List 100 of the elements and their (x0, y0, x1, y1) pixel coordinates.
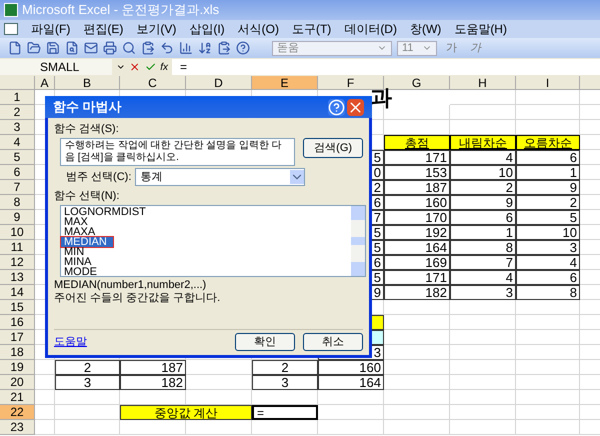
row-header[interactable]: 3 (0, 120, 35, 135)
table-cell: 8 (450, 240, 516, 255)
empty-cell (516, 90, 580, 105)
row-header[interactable]: 2 (0, 105, 35, 120)
empty-cell (318, 390, 384, 405)
empty-cell (516, 315, 580, 330)
cancel-icon[interactable] (129, 61, 141, 73)
table-cell: 3 (55, 375, 120, 390)
table-cell: 중앙값 계산 (120, 405, 252, 420)
name-box[interactable]: SMALL (0, 59, 112, 75)
row-header[interactable]: 21 (0, 390, 35, 405)
chart-icon[interactable] (179, 41, 193, 55)
row-header[interactable]: 5 (0, 150, 35, 165)
empty-cell (450, 300, 516, 315)
menu-item[interactable]: 삽입(I) (189, 20, 225, 38)
window-title: Microsoft Excel - 운전평가결과.xls (22, 1, 220, 20)
search-icon[interactable] (122, 41, 136, 55)
row-header[interactable]: 13 (0, 270, 35, 285)
open-folder-icon[interactable] (27, 41, 41, 55)
search-button[interactable]: 검색(G) (303, 138, 363, 158)
row-header[interactable]: 8 (0, 195, 35, 210)
row-header[interactable]: 18 (0, 345, 35, 360)
column-header[interactable]: H (450, 76, 516, 90)
menu-item[interactable]: 서식(O) (238, 20, 279, 38)
column-header[interactable]: C (120, 76, 186, 90)
empty-cell (516, 300, 580, 315)
menu-item[interactable]: 창(W) (410, 20, 442, 38)
column-header[interactable]: I (516, 76, 580, 90)
formula-field[interactable]: = (172, 59, 600, 75)
cancel-button[interactable]: 취소 (303, 333, 363, 351)
table-cell: 187 (384, 180, 450, 195)
row-header[interactable]: 7 (0, 180, 35, 195)
row-header[interactable]: 9 (0, 210, 35, 225)
sort-icon[interactable] (198, 41, 212, 55)
menu-item[interactable]: 도구(T) (292, 20, 332, 38)
row-header[interactable]: 6 (0, 165, 35, 180)
help-icon[interactable] (236, 41, 250, 55)
table-cell: 170 (384, 210, 450, 225)
empty-cell (516, 405, 580, 420)
row-header[interactable]: 1 (0, 90, 35, 105)
search-field[interactable]: 수행하려는 작업에 대한 간단한 설명을 입력한 다음 [검색]을 클릭하십시오. (60, 138, 296, 166)
empty-cell (516, 105, 580, 120)
function-description: 주어진 수들의 중간값을 구합니다. (54, 292, 220, 305)
paste-icon[interactable] (141, 41, 155, 55)
table-cell: 3 (450, 285, 516, 300)
mail-icon[interactable] (84, 41, 98, 55)
row-header[interactable]: 22 (0, 405, 35, 420)
save-icon[interactable] (46, 41, 60, 55)
table-cell: 6 (516, 150, 580, 165)
row-header[interactable]: 12 (0, 255, 35, 270)
column-header[interactable]: F (318, 76, 384, 90)
empty-cell (384, 345, 450, 360)
table-cell: 160 (318, 360, 384, 375)
menu-item[interactable]: 편집(E) (83, 20, 124, 38)
empty-cell (55, 390, 120, 405)
table-cell: 182 (384, 285, 450, 300)
function-item[interactable]: MEDIAN (61, 237, 113, 247)
printer-icon[interactable] (103, 41, 117, 55)
menu-item[interactable]: 데이터(D) (344, 20, 397, 38)
new-file-icon[interactable] (8, 41, 22, 55)
table-cell: 1 (516, 165, 580, 180)
table-cell: 4 (516, 255, 580, 270)
empty-cell (516, 420, 580, 435)
row-header[interactable]: 17 (0, 330, 35, 345)
empty-cell (252, 390, 318, 405)
row-header[interactable]: 11 (0, 240, 35, 255)
row-header[interactable]: 15 (0, 300, 35, 315)
help-link[interactable]: 도움말 (54, 336, 87, 348)
column-header[interactable]: E (252, 76, 318, 90)
table-cell: 160 (384, 195, 450, 210)
menu-item[interactable]: 도움말(H) (454, 20, 507, 38)
menu-item[interactable]: 보기(V) (136, 20, 176, 38)
column-header[interactable]: B (55, 76, 120, 90)
empty-cell (450, 375, 516, 390)
clipboard-icon[interactable] (217, 41, 231, 55)
undo-icon[interactable] (160, 41, 174, 55)
close-icon[interactable] (347, 98, 364, 116)
check-icon[interactable] (144, 61, 156, 73)
function-button[interactable]: fx (160, 60, 168, 74)
row-header[interactable]: 16 (0, 315, 35, 330)
print-preview-icon[interactable] (65, 41, 79, 55)
row-header[interactable]: 19 (0, 360, 35, 375)
column-header[interactable]: A (35, 76, 55, 90)
table-cell: 오름차순 (516, 135, 580, 150)
row-header[interactable]: 10 (0, 225, 35, 240)
empty-cell (450, 315, 516, 330)
table-cell: 9 (450, 195, 516, 210)
row-header[interactable]: 20 (0, 375, 35, 390)
table-cell: 3 (516, 240, 580, 255)
table-cell: 4 (450, 150, 516, 165)
empty-cell (384, 420, 450, 435)
ok-button[interactable]: 확인 (235, 333, 295, 351)
category-select[interactable]: 통계 (135, 168, 306, 186)
document-icon[interactable] (4, 23, 18, 35)
empty-cell (384, 390, 450, 405)
row-header[interactable]: 23 (0, 420, 35, 435)
row-header[interactable]: 14 (0, 285, 35, 300)
row-header[interactable]: 4 (0, 135, 35, 150)
scrollbar[interactable] (351, 206, 365, 276)
menu-item[interactable]: 파일(F) (31, 20, 70, 38)
